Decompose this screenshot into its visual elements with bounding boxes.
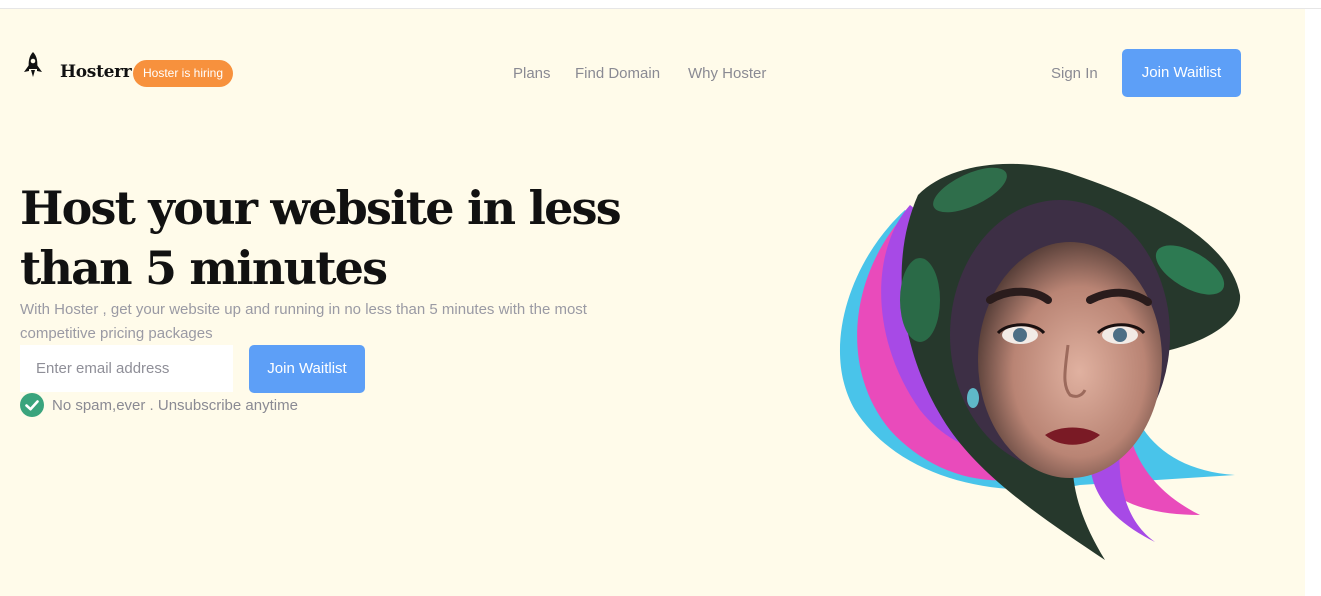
- sign-in-link[interactable]: Sign In: [1051, 65, 1098, 82]
- email-input[interactable]: [20, 345, 233, 392]
- brand-name[interactable]: Hosterr: [60, 62, 132, 82]
- no-spam-note: No spam,ever . Unsubscribe anytime: [52, 397, 298, 414]
- nav-link-find-domain[interactable]: Find Domain: [575, 65, 660, 82]
- hero-portrait-image: [839, 163, 1241, 560]
- hero-subtext: With Hoster , get your website up and ru…: [20, 301, 587, 342]
- nav-link-why-hoster[interactable]: Why Hoster: [688, 65, 766, 82]
- hiring-badge[interactable]: Hoster is hiring: [133, 60, 233, 87]
- hero-headline: Host your website in less than 5 minutes: [20, 181, 622, 295]
- join-waitlist-header-button[interactable]: Join Waitlist: [1122, 49, 1241, 97]
- nav-link-plans[interactable]: Plans: [513, 65, 551, 82]
- join-waitlist-hero-button[interactable]: Join Waitlist: [249, 345, 365, 393]
- check-circle-icon: [20, 393, 44, 417]
- rocket-icon[interactable]: [22, 51, 44, 79]
